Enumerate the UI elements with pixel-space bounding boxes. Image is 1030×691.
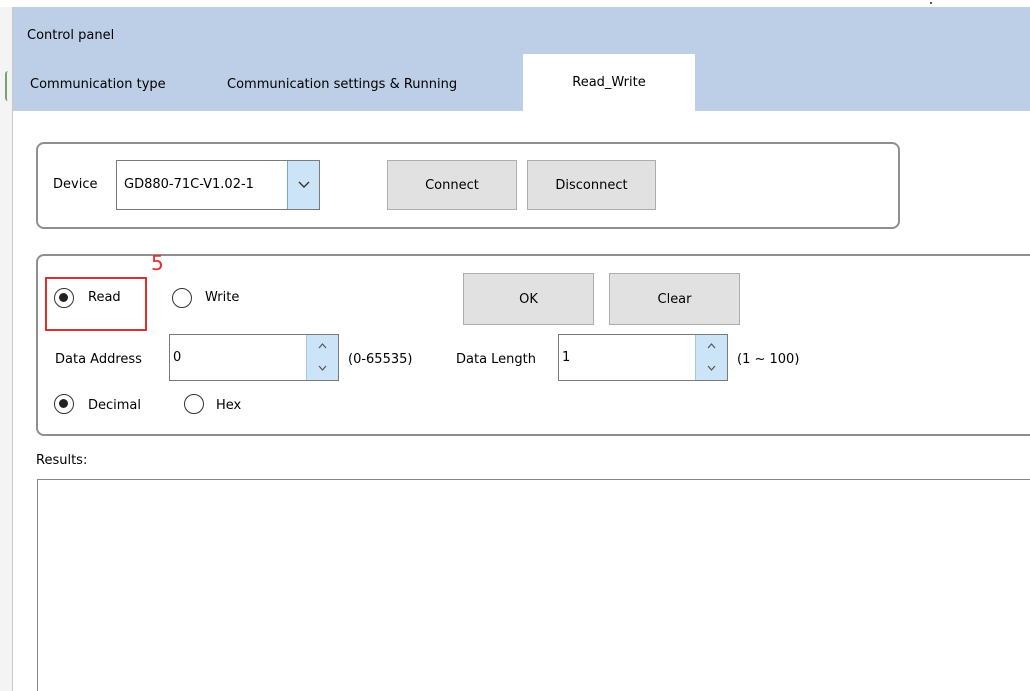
decimal-radio[interactable] — [54, 394, 74, 414]
chevron-up-icon[interactable] — [696, 335, 726, 357]
results-label: Results: — [36, 453, 88, 468]
left-edge — [0, 7, 13, 691]
chevron-down-icon[interactable] — [307, 357, 337, 379]
write-radio[interactable] — [172, 288, 192, 308]
title-strip — [0, 0, 1030, 7]
decimal-radio-dot — [59, 399, 68, 408]
device-label: Device — [53, 177, 98, 192]
annotation-highlight — [45, 277, 147, 331]
control-panel-header — [13, 7, 1030, 111]
data-address-spinner — [306, 335, 338, 380]
dot-mark — [930, 2, 932, 4]
data-address-value: 0 — [173, 350, 182, 365]
edge-mark — [5, 71, 11, 101]
data-length-label: Data Length — [456, 352, 537, 367]
tab-communication-type[interactable]: Communication type — [30, 77, 166, 92]
ok-button[interactable]: OK — [463, 273, 594, 325]
disconnect-button[interactable]: Disconnect — [527, 160, 656, 210]
results-textarea[interactable] — [37, 479, 1030, 691]
hex-label: Hex — [216, 398, 242, 413]
chevron-down-icon[interactable] — [696, 357, 726, 379]
tab-read-write-label: Read_Write — [572, 75, 646, 90]
clear-button[interactable]: Clear — [609, 273, 740, 325]
data-address-input[interactable]: 0 — [169, 334, 339, 381]
decimal-label: Decimal — [88, 398, 142, 413]
write-label: Write — [205, 290, 240, 305]
data-length-spinner — [695, 335, 727, 380]
data-length-input[interactable]: 1 — [558, 334, 728, 381]
data-address-range: (0-65535) — [348, 352, 413, 367]
chevron-up-icon[interactable] — [307, 335, 337, 357]
tab-read-write[interactable]: Read_Write — [523, 54, 695, 111]
panel-title: Control panel — [27, 28, 115, 43]
device-select[interactable]: GD880-71C-V1.02-1 — [116, 160, 320, 210]
connect-button[interactable]: Connect — [387, 160, 517, 210]
data-length-range: (1 ~ 100) — [737, 352, 800, 367]
chevron-down-icon — [298, 181, 309, 188]
data-address-label: Data Address — [55, 352, 142, 367]
tab-communication-settings[interactable]: Communication settings & Running — [227, 77, 457, 92]
hex-radio[interactable] — [184, 394, 204, 414]
annotation-number: 5 — [151, 251, 164, 275]
data-length-value: 1 — [562, 350, 571, 365]
device-select-value: GD880-71C-V1.02-1 — [124, 177, 254, 192]
device-dropdown-button[interactable] — [287, 161, 319, 209]
